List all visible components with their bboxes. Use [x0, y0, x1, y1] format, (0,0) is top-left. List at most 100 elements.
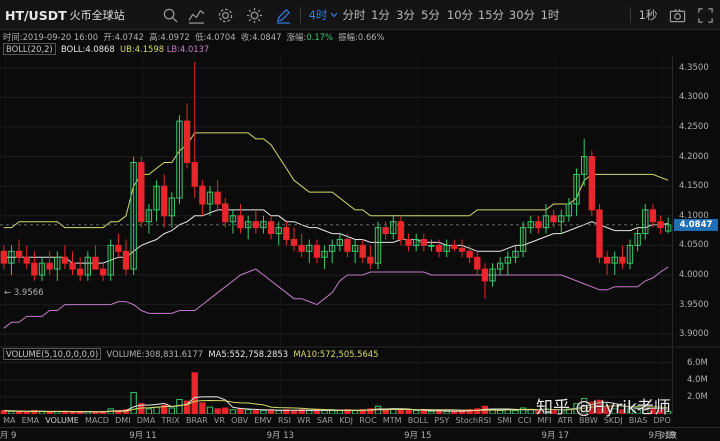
candle-up: [428, 244, 435, 247]
search-icon[interactable]: [160, 0, 180, 30]
toolbar: HT/USDT 火币全球站 4时 分时 1分 3分 5分 10分 15分 30分…: [0, 0, 720, 30]
price-tick-label: 4.2000: [679, 151, 709, 162]
boll-lower-value: LB:4.0137: [166, 44, 210, 54]
candle-down: [451, 244, 458, 249]
ohlc-open: 开:4.0742: [103, 32, 144, 42]
indicator-roc[interactable]: ROC: [356, 416, 380, 425]
indicator-emv[interactable]: EMV: [251, 416, 275, 425]
candle-down: [61, 256, 69, 264]
interval-active[interactable]: 4时: [306, 0, 330, 30]
candle-down: [31, 262, 38, 276]
ohlc-low: 低:4.0704: [195, 32, 236, 42]
fullscreen-icon[interactable]: [694, 0, 716, 30]
volume-legend: VOLUME(5,10,0,0,0,0) VOLUME:308,831.6177…: [3, 348, 379, 360]
interval-15m[interactable]: 15分: [477, 0, 505, 30]
volume-ma10-value: MA10:572,505.5645: [293, 349, 379, 359]
candle-down: [474, 256, 481, 270]
camera-icon[interactable]: [666, 0, 688, 30]
indicator-mtm[interactable]: MTM: [380, 416, 405, 425]
price-tick-label: 3.9000: [679, 329, 709, 340]
speed-selector[interactable]: 1秒: [636, 0, 660, 30]
indicator-brar[interactable]: BRAR: [183, 416, 211, 425]
volume-indicator-label[interactable]: VOLUME(5,10,0,0,0,0): [3, 348, 102, 360]
boll-mid-value: BOLL:4.0868: [61, 44, 115, 54]
indicator-rsi[interactable]: RSI: [275, 416, 294, 425]
draw-icon[interactable]: [272, 0, 294, 30]
time-tick-label: 9月 15: [404, 431, 432, 441]
pair-title[interactable]: HT/USDT 火币全球站: [0, 0, 125, 30]
indicator-boll[interactable]: BOLL: [405, 416, 432, 425]
ohlc-change-value: 0.17%: [306, 32, 333, 42]
price-tick-label: 4.1500: [679, 181, 709, 192]
candle-down: [214, 191, 221, 205]
toolbar-divider: [300, 7, 301, 23]
ohlc-change-label: 涨幅:: [286, 32, 307, 42]
time-tick-label: 9月 11: [129, 431, 157, 441]
boll-indicator-label[interactable]: BOLL(20,2): [3, 43, 56, 55]
indicator-kdj[interactable]: KDJ: [336, 416, 356, 425]
volume-bar: [176, 398, 183, 415]
interval-5m[interactable]: 5分: [420, 0, 441, 30]
indicators-icon[interactable]: [185, 0, 207, 30]
watermark: 知乎 @Hyrik老师: [536, 398, 671, 418]
candle-down: [222, 203, 229, 223]
candle-down: [466, 250, 473, 258]
theme-icon[interactable]: [243, 0, 265, 30]
volume-tick-label: 4.0M: [687, 374, 708, 385]
indicator-volume[interactable]: VOLUME: [42, 416, 82, 425]
price-chart[interactable]: [0, 0, 720, 441]
candle-down: [397, 221, 405, 240]
candle-down: [183, 120, 191, 164]
candle-down: [122, 250, 130, 270]
indicator-obv[interactable]: OBV: [228, 416, 251, 425]
candle-down: [657, 221, 664, 229]
boll-upper-value: UB:4.1598: [120, 44, 165, 54]
interval-timeshare[interactable]: 分时: [341, 0, 367, 30]
candle-down: [649, 209, 657, 223]
indicator-smi[interactable]: SMI: [494, 416, 515, 425]
candle-down: [267, 221, 275, 235]
indicator-wr[interactable]: WR: [294, 416, 314, 425]
chevron-down-icon[interactable]: [330, 0, 338, 30]
candle-down: [161, 185, 168, 217]
volume-tick-label: 6.0M: [687, 357, 708, 368]
boll-legend: BOLL(20,2) BOLL:4.0868 UB:4.1598 LB:4.01…: [3, 43, 210, 55]
exchange-name: 火币全球站: [69, 9, 125, 22]
indicator-macd[interactable]: MACD: [82, 416, 112, 425]
interval-1m[interactable]: 1分: [370, 0, 391, 30]
period-low-label: ← 3.9566: [4, 288, 44, 298]
candle-down: [46, 262, 53, 270]
indicator-dmi[interactable]: DMI: [112, 416, 134, 425]
time-axis[interactable]: 对数 9月 99月 119月 139月 159月 179月 19: [0, 428, 720, 441]
candle-down: [435, 244, 443, 252]
indicator-vr[interactable]: VR: [211, 416, 228, 425]
interval-1h[interactable]: 1时: [539, 0, 561, 30]
indicator-cci[interactable]: CCI: [515, 416, 535, 425]
interval-30m[interactable]: 30分: [508, 0, 536, 30]
candle-down: [283, 227, 290, 240]
price-axis[interactable]: 4.3500 4.3000 4.2500 4.2000 4.1500 4.1000 4.05…: [672, 56, 720, 346]
toolbar-divider: [630, 7, 631, 23]
candle-down: [115, 244, 122, 252]
candle-down: [99, 268, 107, 276]
time-tick-label: 9月 13: [266, 431, 295, 441]
indicator-ema[interactable]: EMA: [19, 416, 43, 425]
indicator-stochrsi[interactable]: StochRSI: [452, 416, 494, 425]
candle-down: [481, 268, 489, 282]
indicator-ma[interactable]: MA: [0, 416, 19, 425]
candle-down: [298, 244, 305, 252]
pair-name[interactable]: HT/USDT: [5, 8, 67, 23]
candle-down: [603, 256, 611, 264]
candle-down: [0, 250, 7, 264]
settings-icon[interactable]: [214, 0, 236, 30]
interval-3m[interactable]: 3分: [395, 0, 416, 30]
current-price-tag: 4.0847: [674, 218, 718, 231]
candle-down: [23, 256, 30, 264]
indicator-psy[interactable]: PSY: [431, 416, 452, 425]
time-tick-label: 9月 9: [0, 431, 17, 441]
indicator-dma[interactable]: DMA: [134, 416, 159, 425]
indicator-trix[interactable]: TRIX: [158, 416, 182, 425]
volume-axis[interactable]: 6.0M 4.0M 2.0M: [672, 348, 720, 414]
indicator-sar[interactable]: SAR: [314, 416, 336, 425]
interval-10m[interactable]: 10分: [446, 0, 474, 30]
